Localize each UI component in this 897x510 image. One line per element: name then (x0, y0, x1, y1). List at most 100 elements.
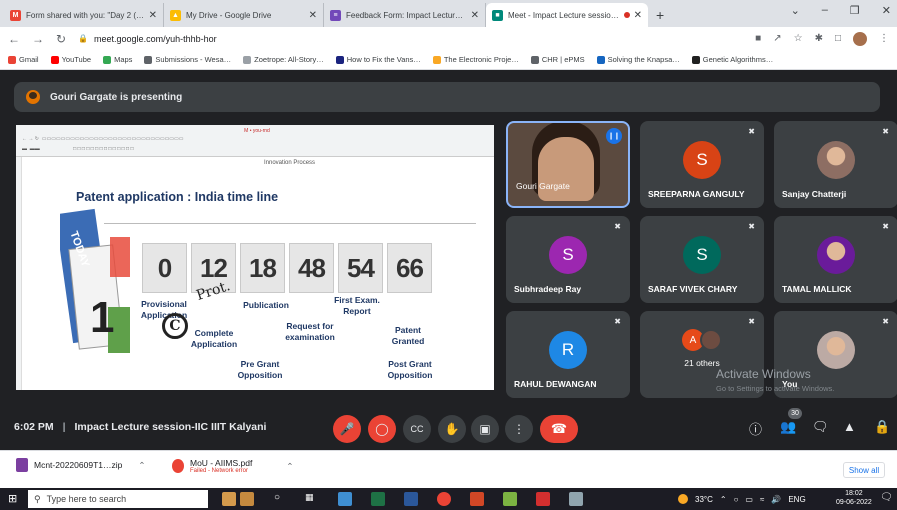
chevron-up-icon[interactable]: ⌃ (286, 461, 293, 472)
back-icon[interactable]: ← (8, 32, 20, 46)
browser-tab[interactable]: ■ Meet - Impact Lecture sessio… ✕ (486, 3, 648, 27)
tab-search-icon[interactable]: ⌄ (791, 4, 800, 17)
bookmark-item[interactable]: Solving the Knapsa… (596, 55, 680, 64)
muted-mic-icon: ✖ (614, 222, 621, 231)
muted-mic-icon: ✖ (882, 127, 889, 136)
muted-mic-icon: ✖ (882, 222, 889, 231)
participant-avatar: R (549, 331, 587, 369)
taskbar-search[interactable]: ⚲ Type here to search (28, 490, 208, 508)
raise-hand-button[interactable]: ✋ (438, 415, 466, 443)
word-icon[interactable] (404, 492, 418, 506)
shared-toolbar-row: ▬ ▬▬ □ □ □ □ □ □ □ □ □ □ □ □ □ □ (22, 146, 134, 152)
profile-avatar[interactable] (853, 31, 867, 46)
chevron-up-icon[interactable]: ⌃ (138, 460, 145, 471)
bookmark-item[interactable]: Zoetrope: All-Story… (243, 55, 324, 64)
browser-tab[interactable]: M Form shared with you: "Day 2 (I… ✕ (4, 3, 164, 27)
timeline-card-66: 66 (387, 243, 432, 293)
bookmark-item[interactable]: Submissions - Wesa… (144, 55, 231, 64)
camera-off-button[interactable]: ◯ (368, 415, 396, 443)
present-button[interactable]: ▣ (471, 415, 499, 443)
battery-icon[interactable]: ▭ (745, 495, 753, 504)
network-icon[interactable]: ○ (734, 495, 739, 504)
cortana-art-icon[interactable] (222, 492, 236, 506)
mic-off-icon: 🎤 (339, 422, 355, 436)
chrome-icon[interactable] (437, 492, 451, 506)
close-tab-icon[interactable]: ✕ (471, 10, 479, 21)
task-view-icon[interactable]: ○ (274, 492, 288, 506)
close-tab-icon[interactable]: ✕ (149, 10, 157, 21)
shared-screen[interactable]: M • you-rnd ← → ↻ ▭▭▭▭▭▭▭▭▭▭▭▭▭▭▭▭▭▭▭▭▭▭… (16, 125, 494, 390)
tray-chevron-icon[interactable]: ⌃ (720, 495, 727, 504)
excel-icon[interactable] (371, 492, 385, 506)
activities-icon[interactable]: ▲ (843, 419, 856, 434)
meeting-details-icon[interactable]: ⓘ (749, 419, 762, 438)
browser-tab[interactable]: ▲ My Drive - Google Drive ✕ (164, 3, 324, 27)
bookmark-item[interactable]: YouTube (50, 55, 91, 64)
taskbar-art-icon[interactable] (240, 492, 254, 506)
notifications-icon[interactable]: 🗨 (880, 492, 893, 503)
host-controls-icon[interactable]: 🔒 (874, 419, 890, 435)
participant-tile[interactable]: ✖ S SARAF VIVEK CHARY (640, 216, 764, 303)
share-icon[interactable]: ↗ (773, 33, 781, 44)
minimize-icon[interactable]: – (822, 4, 828, 17)
acrobat-icon[interactable] (536, 492, 550, 506)
captions-button[interactable]: CC (403, 415, 431, 443)
url-text: meet.google.com/yuh-thhb-hor (94, 33, 217, 44)
participant-tile[interactable]: ✖ R RAHUL DEWANGAN (506, 311, 630, 398)
menu-icon[interactable]: ⋮ (879, 33, 889, 44)
bookmark-item[interactable]: The Electronic Proje… (432, 55, 519, 64)
activate-windows-subtitle: Go to Settings to activate Windows. (716, 384, 835, 393)
extensions-icon[interactable]: ✱ (815, 33, 823, 44)
more-options-button[interactable]: ⋮ (505, 415, 533, 443)
mic-off-button[interactable]: 🎤 (333, 415, 361, 443)
bookmark-item[interactable]: Genetic Algorithms… (691, 55, 773, 64)
label-first-exam: First Exam. Report (334, 295, 380, 316)
slide-subtitle: Innovation Process (264, 160, 316, 166)
file-explorer-icon[interactable] (338, 492, 352, 506)
people-icon[interactable]: 👥 (780, 419, 796, 435)
wifi-icon[interactable]: ≈ (760, 495, 764, 504)
meet-area: Gouri Gargate is presenting M • you-rnd … (0, 70, 897, 450)
notepad-icon[interactable] (503, 492, 517, 506)
browser-tab[interactable]: ≡ Feedback Form: Impact Lecture S… ✕ (324, 3, 486, 27)
restore-icon[interactable]: ❐ (850, 4, 860, 17)
url-field[interactable]: 🔒 meet.google.com/yuh-thhb-hor (78, 30, 743, 47)
bookmark-item[interactable]: Gmail (8, 55, 39, 64)
camera-off-icon: ◯ (375, 422, 389, 436)
participant-tile[interactable]: ✖ Sanjay Chatterji (774, 121, 897, 208)
participant-tile[interactable]: ✖ TAMAL MALLICK (774, 216, 897, 303)
participant-tile[interactable]: ✖ S Subhradeep Ray (506, 216, 630, 303)
volume-icon[interactable]: 🔊 (771, 495, 781, 504)
bookmark-item[interactable]: How to Fix the Vans… (335, 55, 421, 64)
participant-avatar: S (683, 141, 721, 179)
widgets-icon[interactable]: ▦ (305, 492, 319, 506)
new-tab-icon[interactable]: + (656, 7, 664, 23)
powerpoint-icon[interactable] (470, 492, 484, 506)
muted-mic-icon: ✖ (748, 127, 755, 136)
chat-icon[interactable]: 🗨 (812, 419, 829, 435)
search-placeholder: Type here to search (46, 494, 127, 504)
camera-in-use-icon[interactable]: ■ (755, 33, 761, 44)
leave-call-button[interactable]: ☎ (540, 415, 578, 443)
side-panel-icon[interactable]: □ (835, 33, 841, 44)
clock-time: 18:02 (845, 490, 863, 497)
bookmark-item[interactable]: CHR | ePMS (530, 55, 585, 64)
forward-icon[interactable]: → (32, 32, 44, 46)
bookmark-star-icon[interactable]: ☆ (794, 33, 803, 44)
taskbar-clock[interactable]: 18:02 09-06-2022 (836, 489, 872, 507)
tab-title: Form shared with you: "Day 2 (I… (26, 10, 145, 20)
close-window-icon[interactable]: ✕ (882, 4, 891, 17)
participant-tile[interactable]: ❙❙ Gouri Gargate (506, 121, 630, 208)
windows-start-icon[interactable]: ⊞ (8, 492, 17, 505)
bookmark-item[interactable]: Maps (103, 55, 132, 64)
download-item-zip[interactable]: Mcnt-20220609T1…zip ⌃ (16, 458, 145, 472)
participant-tile[interactable]: ✖ S SREEPARNA GANGULY (640, 121, 764, 208)
shared-left-strip (16, 157, 22, 390)
language-label[interactable]: ENG (788, 495, 805, 504)
close-tab-icon[interactable]: ✕ (309, 10, 317, 21)
download-item-pdf[interactable]: MoU - AIIMS.pdf Failed - Network error ⌃ (172, 458, 293, 474)
close-tab-icon[interactable]: ✕ (634, 10, 642, 21)
show-all-button[interactable]: Show all (843, 462, 885, 478)
app-icon[interactable] (569, 492, 583, 506)
reload-icon[interactable]: ↻ (56, 32, 66, 46)
